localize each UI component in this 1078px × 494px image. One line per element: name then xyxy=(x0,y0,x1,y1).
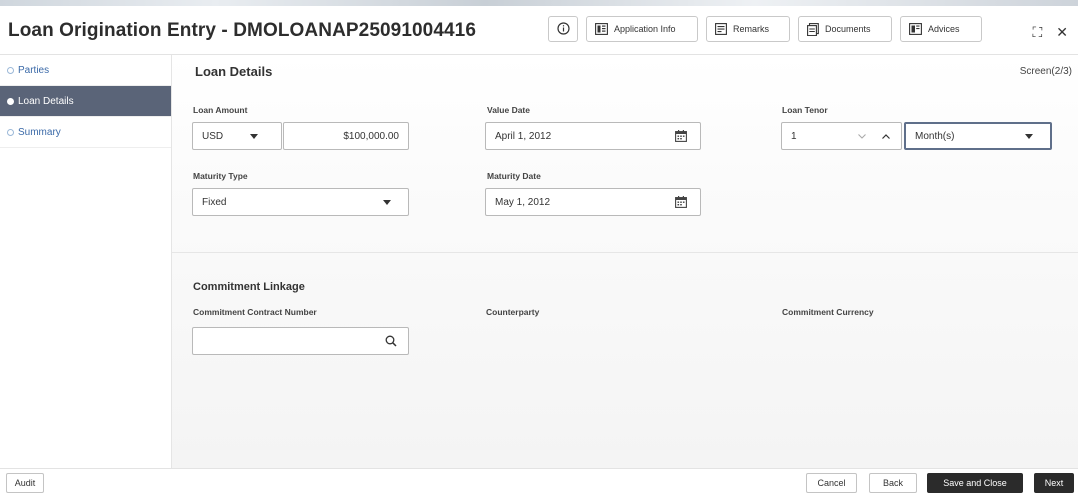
sidebar-item-label: Loan Details xyxy=(18,95,74,107)
stepper-controls xyxy=(858,131,890,142)
window-controls: ⛶ ✕ xyxy=(1032,24,1068,41)
sidebar-item-summary[interactable]: Summary xyxy=(0,117,171,148)
sidebar-item-label: Parties xyxy=(18,64,50,76)
loan-amount-value: $100,000.00 xyxy=(343,130,399,142)
loan-tenor-label: Loan Tenor xyxy=(782,105,828,115)
section-divider xyxy=(172,252,1078,253)
expand-icon[interactable]: ⛶ xyxy=(1032,24,1042,41)
remarks-button[interactable]: Remarks xyxy=(706,16,790,42)
commitment-contract-number-label: Commitment Contract Number xyxy=(193,307,317,317)
decrement-chevron-icon[interactable] xyxy=(858,131,866,142)
application-info-label: Application Info xyxy=(614,24,676,34)
advices-label: Advices xyxy=(928,24,960,34)
back-button[interactable]: Back xyxy=(869,473,917,493)
cancel-button[interactable]: Cancel xyxy=(806,473,857,493)
page-title: Loan Origination Entry - DMOLOANAP250910… xyxy=(8,20,477,41)
footer-bar: Audit Cancel Back Save and Close Next xyxy=(0,468,1078,494)
commitment-contract-number-input[interactable] xyxy=(192,327,409,355)
next-button[interactable]: Next xyxy=(1034,473,1074,493)
application-info-icon xyxy=(595,23,608,35)
value-date-input[interactable]: April 1, 2012 xyxy=(485,122,701,150)
step-dot-icon xyxy=(7,128,14,136)
chevron-down-icon xyxy=(383,199,391,205)
audit-button[interactable]: Audit xyxy=(6,473,44,493)
header-toolbar: Application Info Remarks Documents Advic… xyxy=(548,16,982,42)
chevron-down-icon xyxy=(250,133,258,139)
info-button[interactable] xyxy=(548,16,578,42)
advices-icon xyxy=(909,23,922,35)
loan-currency-select[interactable]: USD xyxy=(192,122,282,150)
loan-currency-value: USD xyxy=(202,130,224,142)
chevron-down-icon xyxy=(1025,133,1033,139)
documents-icon xyxy=(807,22,819,36)
sidebar-item-loan-details[interactable]: Loan Details xyxy=(0,86,171,117)
loan-tenor-unit-select[interactable]: Month(s) xyxy=(904,122,1052,150)
maturity-type-value: Fixed xyxy=(202,196,227,208)
sidebar-nav: Parties Loan Details Summary xyxy=(0,55,172,468)
loan-tenor-value: 1 xyxy=(791,130,797,142)
loan-amount-label: Loan Amount xyxy=(193,105,248,115)
loan-tenor-unit-value: Month(s) xyxy=(915,130,955,142)
application-info-button[interactable]: Application Info xyxy=(586,16,698,42)
advices-button[interactable]: Advices xyxy=(900,16,982,42)
remarks-label: Remarks xyxy=(733,24,770,34)
loan-amount-input[interactable]: $100,000.00 xyxy=(283,122,409,150)
documents-label: Documents xyxy=(825,24,871,34)
header-bar: Loan Origination Entry - DMOLOANAP250910… xyxy=(0,6,1078,55)
section-title-commitment-linkage: Commitment Linkage xyxy=(193,281,305,293)
remarks-icon xyxy=(715,23,727,35)
commitment-currency-label: Commitment Currency xyxy=(782,307,874,317)
maturity-date-input[interactable]: May 1, 2012 xyxy=(485,188,701,216)
maturity-type-select[interactable]: Fixed xyxy=(192,188,409,216)
counterparty-label: Counterparty xyxy=(486,307,540,317)
close-icon[interactable]: ✕ xyxy=(1056,24,1068,41)
maturity-type-label: Maturity Type xyxy=(193,171,248,181)
step-dot-icon xyxy=(7,66,14,74)
calendar-icon[interactable] xyxy=(675,130,687,142)
documents-button[interactable]: Documents xyxy=(798,16,892,42)
increment-chevron-icon[interactable] xyxy=(882,131,890,142)
search-icon[interactable] xyxy=(385,335,397,347)
calendar-icon[interactable] xyxy=(675,196,687,208)
save-and-close-button[interactable]: Save and Close xyxy=(927,473,1023,493)
sidebar-item-label: Summary xyxy=(18,126,61,138)
value-date-value: April 1, 2012 xyxy=(495,130,552,142)
maturity-date-label: Maturity Date xyxy=(487,171,541,181)
loan-tenor-stepper[interactable]: 1 xyxy=(781,122,902,150)
maturity-date-value: May 1, 2012 xyxy=(495,196,551,208)
section-title-loan-details: Loan Details xyxy=(195,64,273,79)
info-icon xyxy=(556,21,570,37)
step-dot-icon xyxy=(7,97,14,105)
screen-indicator: Screen(2/3) xyxy=(1019,66,1072,77)
main-content: Loan Details Screen(2/3) Loan Amount USD… xyxy=(172,55,1078,468)
value-date-label: Value Date xyxy=(487,105,530,115)
sidebar-item-parties[interactable]: Parties xyxy=(0,55,171,86)
